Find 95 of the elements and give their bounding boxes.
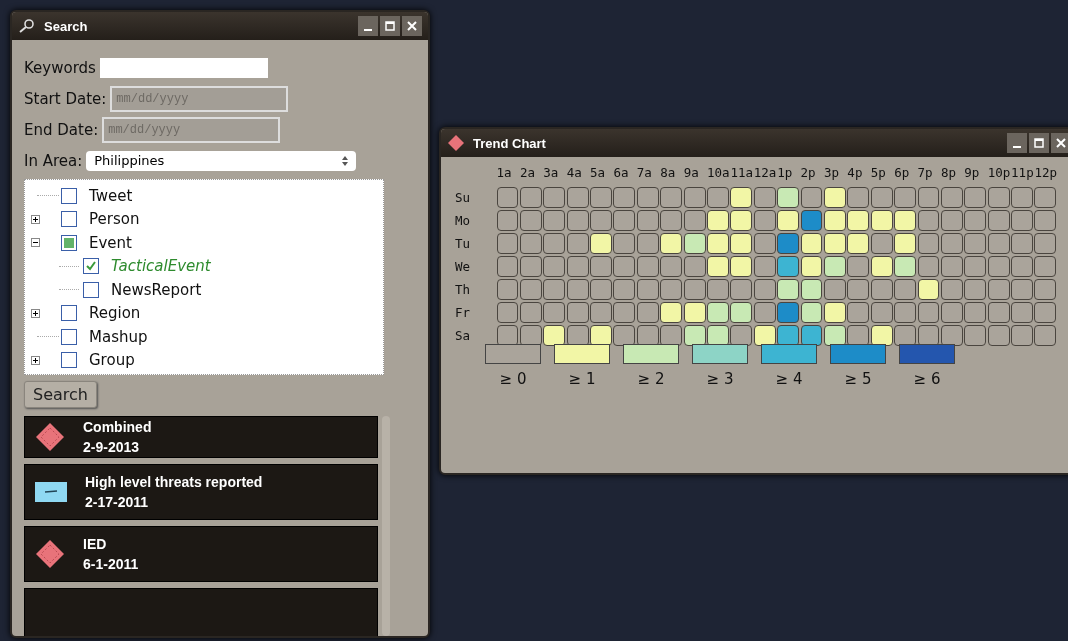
close-button[interactable]: [402, 16, 422, 36]
keywords-label: Keywords: [24, 58, 96, 77]
search-button[interactable]: Search: [24, 381, 97, 408]
maximize-button[interactable]: [1029, 133, 1049, 153]
checkbox[interactable]: [61, 328, 77, 345]
result-date: 6-1-2011: [83, 556, 139, 572]
day-label: Th: [454, 280, 472, 299]
day-label: Sa: [454, 326, 472, 345]
result-title: High level threats reported: [85, 474, 263, 490]
hour-label: 10p: [987, 165, 1010, 182]
legend-label: ≥ 1: [568, 370, 596, 388]
hour-label: 10a: [707, 165, 729, 182]
result-title: Combined: [83, 419, 152, 435]
window-title: Search: [44, 18, 88, 34]
hour-label: 7p: [917, 165, 934, 182]
hour-label: 4p: [847, 165, 864, 182]
legend-label: ≥ 6: [913, 370, 941, 388]
updown-caret-icon: [342, 155, 349, 166]
legend-label: ≥ 5: [844, 370, 872, 388]
legend-label: ≥ 4: [775, 370, 803, 388]
hour-label: 2p: [800, 165, 817, 182]
hour-label: 4a: [566, 165, 583, 182]
day-label: Fr: [454, 303, 472, 322]
expand-toggle-icon[interactable]: [31, 308, 40, 318]
result-card[interactable]: IED 6-1-2011: [24, 526, 378, 582]
day-label: We: [454, 257, 472, 276]
diamond-icon: [35, 422, 65, 452]
hour-label: 12a: [753, 165, 776, 182]
legend-label: ≥ 2: [637, 370, 665, 388]
minimize-button[interactable]: [358, 16, 378, 36]
hour-label: 1p: [777, 165, 794, 182]
hour-label: 5p: [870, 165, 887, 182]
minimize-button[interactable]: [1007, 133, 1027, 153]
scrollbar[interactable]: [382, 416, 390, 636]
hour-label: 1a: [496, 165, 513, 182]
day-label: Mo: [454, 211, 472, 230]
result-title: IED: [83, 536, 108, 552]
hour-label: 7a: [636, 165, 653, 182]
tree-item[interactable]: Event: [89, 233, 132, 252]
hour-label: 6p: [894, 165, 911, 182]
hour-label: 3p: [823, 165, 841, 182]
checkbox[interactable]: [83, 281, 99, 298]
checkbox[interactable]: [61, 352, 77, 369]
hour-label: 5a: [590, 165, 607, 182]
legend-label: ≥ 0: [499, 370, 527, 388]
search-icon: [18, 19, 36, 33]
checkbox[interactable]: [61, 234, 77, 251]
result-date: 2-17-2011: [85, 494, 150, 510]
legend-label: ≥ 3: [706, 370, 734, 388]
close-button[interactable]: [1051, 133, 1068, 153]
keywords-field[interactable]: [99, 57, 268, 78]
area-dropdown[interactable]: Philippines: [86, 150, 357, 171]
close-icon: [407, 21, 417, 31]
flag-icon: [35, 482, 67, 502]
hour-label: 3a: [543, 165, 560, 182]
result-card[interactable]: High level threats reported 2-17-2011: [24, 464, 378, 520]
start-date-label: Start Date:: [24, 89, 107, 108]
tree-item[interactable]: TacticalEvent: [111, 257, 211, 276]
hour-label: 6a: [613, 165, 630, 182]
tree-item[interactable]: Person: [89, 210, 140, 229]
tree-item[interactable]: NewsReport: [111, 280, 202, 299]
expand-toggle-icon[interactable]: [31, 355, 40, 365]
maximize-button[interactable]: [380, 16, 400, 36]
maximize-icon: [385, 21, 395, 31]
tree-item[interactable]: Group: [89, 351, 135, 370]
checkbox[interactable]: [61, 187, 77, 204]
end-date-label: End Date:: [24, 120, 99, 139]
diamond-icon: [35, 539, 65, 569]
hour-label: 11p: [1011, 165, 1033, 182]
expand-toggle-icon[interactable]: [31, 238, 40, 248]
checkbox[interactable]: [83, 258, 99, 275]
hour-label: 12p: [1034, 165, 1057, 182]
hour-label: 2a: [519, 165, 536, 182]
day-label: Su: [454, 188, 472, 207]
hour-label: 11a: [730, 165, 753, 182]
day-label: Tu: [454, 234, 472, 253]
minimize-icon: [1013, 146, 1021, 148]
maximize-icon: [1034, 138, 1044, 148]
hour-label: 8a: [660, 165, 677, 182]
close-icon: [1056, 138, 1066, 148]
diamond-icon: [447, 134, 465, 152]
tree-item[interactable]: Region: [89, 304, 141, 323]
hour-label: 9a: [683, 165, 700, 182]
tree-item[interactable]: Mashup: [89, 327, 148, 346]
area-label: In Area:: [24, 151, 83, 170]
minimize-icon: [364, 29, 372, 31]
tree-item[interactable]: Tweet: [89, 186, 133, 205]
window-title: Trend Chart: [473, 135, 546, 151]
expand-toggle-icon[interactable]: [31, 214, 40, 224]
checkbox[interactable]: [61, 211, 77, 228]
result-card[interactable]: Combined 2-9-2013: [24, 416, 378, 458]
hour-label: 9p: [964, 165, 981, 182]
hour-label: 8p: [940, 165, 957, 182]
result-date: 2-9-2013: [83, 439, 141, 455]
checkbox[interactable]: [61, 305, 77, 322]
